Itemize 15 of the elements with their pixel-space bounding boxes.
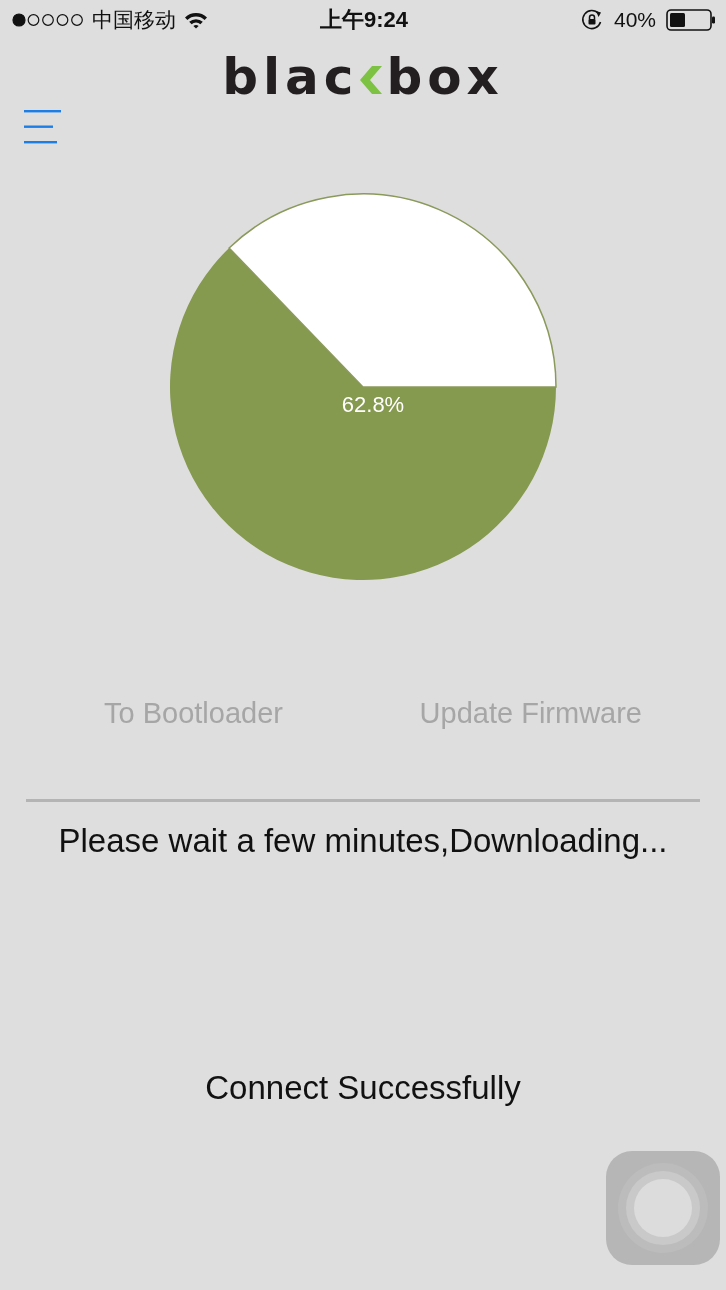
logo-text: box — [386, 54, 504, 100]
logo-text: blac — [222, 54, 359, 100]
carrier-name: 中国移动 — [92, 7, 176, 33]
menu-icon[interactable] — [22, 108, 64, 146]
battery-icon — [666, 9, 716, 31]
battery-percent: 40% — [613, 7, 656, 33]
signal-icon — [12, 13, 84, 27]
download-message: Please wait a few minutes,Downloading... — [58, 822, 668, 860]
circle-icon — [617, 1162, 709, 1254]
rotation-lock-icon — [579, 8, 604, 32]
percent-label: 62.8% — [341, 392, 405, 417]
chevron-icon — [358, 66, 383, 94]
wifi-icon — [184, 11, 208, 29]
connection-status: Connect Successfully — [205, 1069, 521, 1107]
status-time: 上午9:24 — [319, 7, 408, 33]
